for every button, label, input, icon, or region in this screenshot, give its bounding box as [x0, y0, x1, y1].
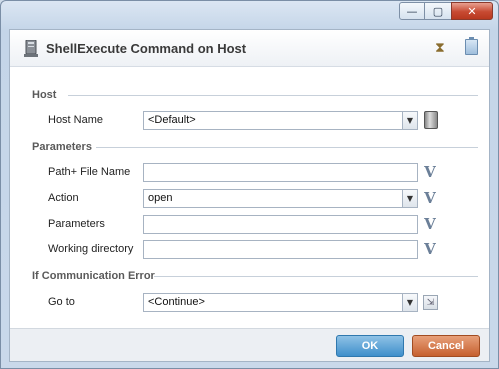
parameters-label: Parameters — [48, 218, 105, 230]
maximize-button[interactable]: ▢ — [425, 2, 451, 20]
variable-button-path[interactable]: V — [422, 164, 438, 181]
variable-button-action[interactable]: V — [422, 190, 438, 207]
action-select[interactable]: open ▼ — [143, 189, 418, 208]
chevron-down-icon[interactable]: ▼ — [402, 112, 417, 129]
chevron-down-icon[interactable]: ▼ — [402, 294, 417, 311]
minimize-button[interactable]: — — [399, 2, 425, 20]
path-file-label: Path+ File Name — [48, 166, 131, 178]
ok-button[interactable]: OK — [336, 335, 404, 357]
dialog-header: ShellExecute Command on Host ⧗ — [10, 30, 489, 67]
host-icon — [24, 40, 38, 57]
variable-button-working-dir[interactable]: V — [422, 241, 438, 258]
host-name-value: <Default> — [148, 114, 196, 126]
hourglass-icon[interactable]: ⧗ — [435, 40, 447, 56]
section-divider — [68, 95, 478, 96]
section-divider — [96, 147, 478, 148]
action-value: open — [148, 192, 173, 204]
title-bar[interactable]: — ▢ ✕ — [1, 1, 498, 25]
clipboard-icon[interactable] — [465, 37, 478, 55]
section-parameters-label: Parameters — [32, 141, 92, 153]
host-browse-button[interactable] — [424, 111, 438, 129]
host-name-label: Host Name — [48, 114, 104, 126]
goto-select[interactable]: <Continue> ▼ — [143, 293, 418, 312]
section-comm-error-label: If Communication Error — [32, 270, 155, 282]
goto-value: <Continue> — [148, 296, 205, 308]
close-button[interactable]: ✕ — [451, 2, 493, 20]
dialog-content: ShellExecute Command on Host ⧗ Host Host… — [9, 29, 490, 362]
cancel-button[interactable]: Cancel — [412, 335, 480, 357]
working-dir-input[interactable] — [143, 240, 418, 259]
goto-label: Go to — [48, 296, 75, 308]
window-controls: — ▢ ✕ — [399, 2, 493, 20]
chevron-down-icon[interactable]: ▼ — [402, 190, 417, 207]
action-label: Action — [48, 192, 79, 204]
path-file-input[interactable] — [143, 163, 418, 182]
goto-arrow-icon[interactable]: ⇲ — [423, 295, 438, 310]
dialog-title: ShellExecute Command on Host — [46, 41, 247, 56]
working-dir-label: Working directory — [48, 243, 134, 255]
variable-button-parameters[interactable]: V — [422, 216, 438, 233]
section-divider — [154, 276, 478, 277]
dialog-footer: OK Cancel — [10, 328, 489, 361]
host-name-select[interactable]: <Default> ▼ — [143, 111, 418, 130]
dialog-window: — ▢ ✕ ShellExecute Command on Host ⧗ Hos… — [0, 0, 499, 369]
section-host-label: Host — [32, 89, 57, 101]
parameters-input[interactable] — [143, 215, 418, 234]
